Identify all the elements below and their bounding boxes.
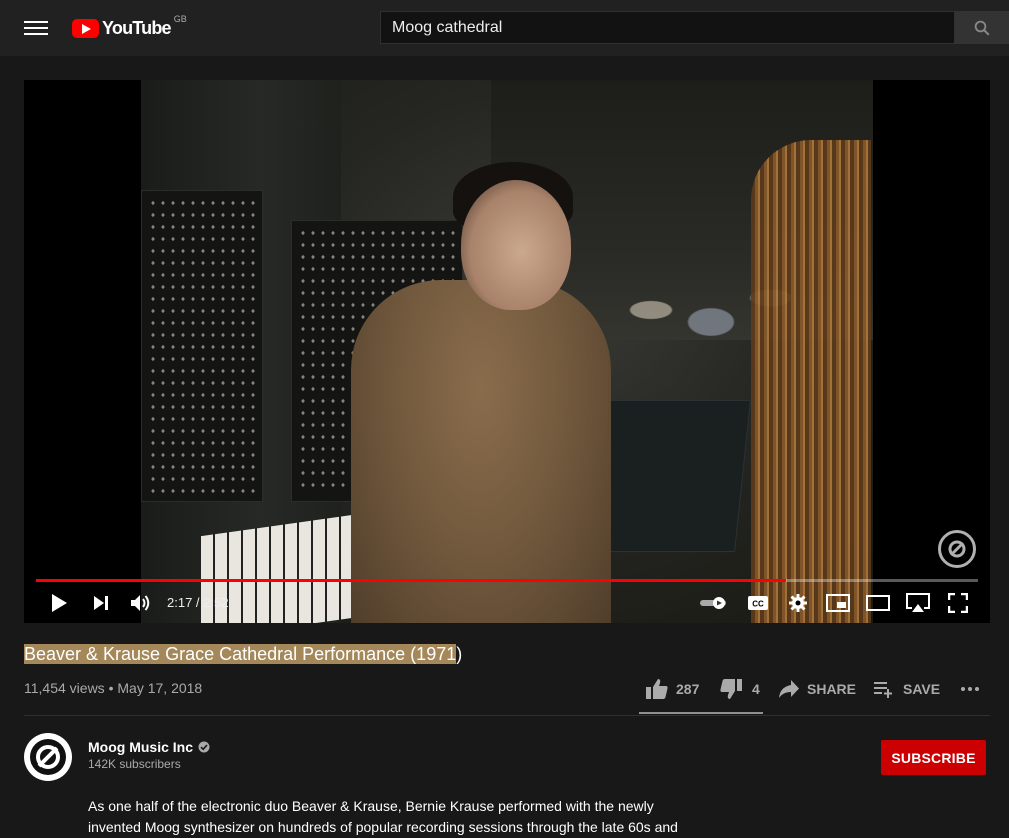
share-button[interactable]: SHARE xyxy=(778,678,856,700)
logo-text: YouTube xyxy=(102,17,172,38)
next-icon xyxy=(94,596,108,610)
progress-played xyxy=(36,579,786,582)
dislike-icon xyxy=(720,679,742,699)
youtube-logo-icon xyxy=(72,18,99,38)
video-title-rest: ) xyxy=(456,644,463,664)
menu-icon[interactable] xyxy=(24,18,48,38)
channel-watermark[interactable] xyxy=(938,530,976,568)
moog-avatar-icon xyxy=(30,739,66,775)
autoplay-toggle[interactable] xyxy=(698,590,730,616)
upload-date: May 17, 2018 xyxy=(117,680,203,696)
airplay-button[interactable] xyxy=(904,590,932,616)
masthead: YouTube GB xyxy=(0,0,1009,56)
moog-logo-icon xyxy=(948,540,966,558)
like-icon xyxy=(646,679,668,699)
volume-button[interactable] xyxy=(128,590,154,616)
play-icon xyxy=(52,594,67,612)
divider xyxy=(24,715,990,716)
region-label: GB xyxy=(173,14,187,24)
description-line: invented Moog synthesizer on hundreds of… xyxy=(88,819,678,835)
video-frame xyxy=(141,80,873,623)
fullscreen-button[interactable] xyxy=(946,590,970,616)
youtube-logo[interactable]: YouTube GB xyxy=(72,14,187,39)
share-label: SHARE xyxy=(807,681,857,697)
search-input[interactable] xyxy=(381,12,954,43)
video-description: As one half of the electronic duo Beaver… xyxy=(88,796,698,838)
save-button[interactable]: SAVE xyxy=(873,678,940,700)
dislike-count: 4 xyxy=(752,681,760,697)
theater-button[interactable] xyxy=(864,590,892,616)
save-label: SAVE xyxy=(903,681,941,697)
subscribe-button[interactable]: SUBSCRIBE xyxy=(881,740,986,775)
cc-icon: CC xyxy=(748,596,768,610)
description-line: As one half of the electronic duo Beaver… xyxy=(88,798,654,814)
more-icon xyxy=(961,687,979,691)
settings-icon xyxy=(789,594,807,612)
autoplay-toggle-icon xyxy=(700,597,726,609)
fullscreen-icon xyxy=(948,593,968,613)
next-button[interactable] xyxy=(88,590,114,616)
channel-avatar[interactable] xyxy=(24,733,72,781)
volume-icon xyxy=(131,595,150,611)
dislike-button[interactable]: 4 xyxy=(719,678,760,700)
video-title: Beaver & Krause Grace Cathedral Performa… xyxy=(24,644,462,665)
theater-icon xyxy=(866,595,890,611)
share-icon xyxy=(779,680,799,698)
play-button[interactable] xyxy=(46,590,72,616)
svg-text:CC: CC xyxy=(752,600,764,609)
video-title-selected-text: Beaver & Krause Grace Cathedral Performa… xyxy=(24,644,457,664)
more-actions-button[interactable] xyxy=(960,678,980,700)
time-display: 2:17 / 2:52 xyxy=(167,595,229,610)
subscriber-count: 142K subscribers xyxy=(88,757,181,771)
search-icon xyxy=(974,20,990,35)
miniplayer-button[interactable] xyxy=(824,590,852,616)
search-button[interactable] xyxy=(955,11,1009,44)
sentiment-bar xyxy=(639,712,763,714)
progress-bar[interactable] xyxy=(36,579,978,583)
like-count: 287 xyxy=(676,681,700,697)
verified-icon xyxy=(198,741,210,753)
settings-button[interactable] xyxy=(786,590,810,616)
video-player[interactable]: 2:17 / 2:52 CC xyxy=(24,80,990,623)
stats-separator: • xyxy=(104,680,118,696)
like-button[interactable]: 287 xyxy=(645,678,699,700)
miniplayer-icon xyxy=(826,594,850,612)
view-count: 11,454 views xyxy=(24,680,105,696)
airplay-icon xyxy=(906,593,930,612)
subtitles-button[interactable]: CC xyxy=(746,590,770,616)
channel-name[interactable]: Moog Music Inc xyxy=(88,739,210,755)
search-box xyxy=(380,11,955,44)
video-stats: 11,454 views • May 17, 2018 xyxy=(24,680,202,696)
save-icon xyxy=(874,682,892,698)
channel-name-text: Moog Music Inc xyxy=(88,739,193,755)
